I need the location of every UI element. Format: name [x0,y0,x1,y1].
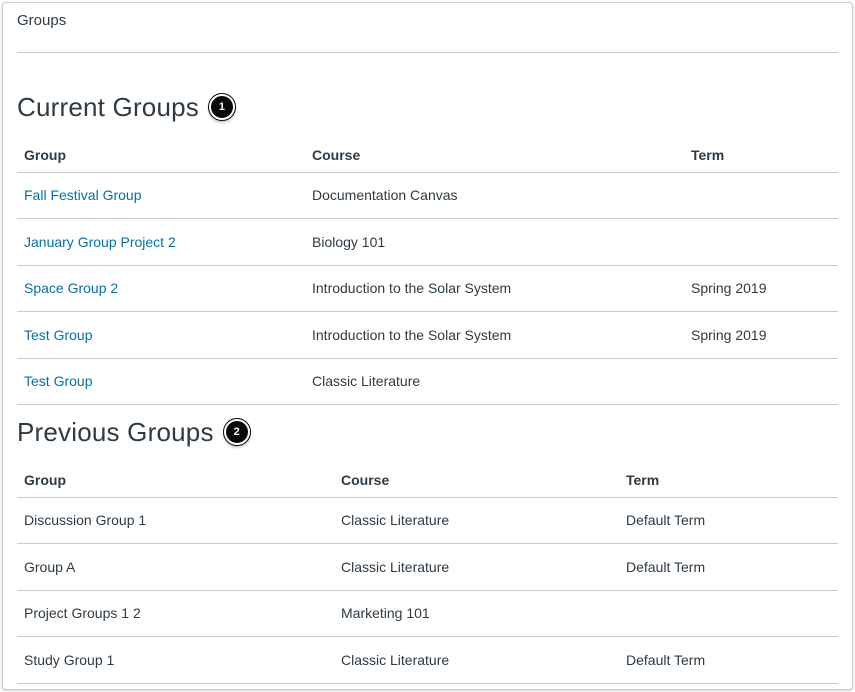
table-row: Test Group Classic Literature [17,358,838,405]
previous-groups-section: Previous Groups 2 Group Course Term Disc… [17,414,838,684]
group-link[interactable]: Test Group [24,327,92,343]
term-cell: Default Term [619,636,838,684]
page-header-title: Groups [17,12,67,29]
term-cell: Spring 2019 [684,311,838,359]
course-cell: Introduction to the Solar System [305,265,684,312]
course-cell: Classic Literature [334,543,619,591]
group-cell: Group A [17,543,334,591]
groups-page: Groups Current Groups 1 Group Course Ter… [2,2,853,690]
term-cell [684,358,838,405]
group-cell: Study Group 1 [17,636,334,684]
group-link[interactable]: Space Group 2 [24,280,118,296]
group-cell: January Group Project 2 [17,218,305,266]
table-row: Fall Festival Group Documentation Canvas [17,172,838,219]
current-groups-table: Group Course Term Fall Festival Group Do… [17,138,838,405]
table-row: Group A Classic Literature Default Term [17,543,838,591]
callout-badge-1: 1 [207,93,236,121]
callout-badge-2: 2 [222,418,251,446]
term-cell: Spring 2019 [684,265,838,312]
course-cell: Biology 101 [305,218,684,266]
course-cell: Introduction to the Solar System [305,311,684,359]
group-link[interactable]: Test Group [24,373,92,389]
term-cell [684,218,838,266]
current-groups-title-row: Current Groups 1 [17,89,838,125]
current-groups-title: Current Groups [17,91,199,122]
column-header-group: Group [17,463,334,498]
current-groups-section: Current Groups 1 Group Course Term Fall … [17,89,838,405]
header-divider [17,52,838,53]
column-header-course: Course [305,138,684,173]
table-row: Test Group Introduction to the Solar Sys… [17,311,838,359]
table-row: Project Groups 1 2 Marketing 101 [17,590,838,637]
table-header-row: Group Course Term [17,463,838,498]
table-header-row: Group Course Term [17,138,838,173]
previous-groups-title: Previous Groups [17,416,214,447]
group-link[interactable]: Fall Festival Group [24,187,141,203]
table-row: Discussion Group 1 Classic Literature De… [17,497,838,544]
previous-groups-table: Group Course Term Discussion Group 1 Cla… [17,463,838,684]
term-cell: Default Term [619,497,838,544]
table-row: Study Group 1 Classic Literature Default… [17,636,838,684]
course-cell: Classic Literature [334,497,619,544]
column-header-group: Group [17,138,305,173]
group-cell: Test Group [17,311,305,359]
column-header-term: Term [619,463,838,498]
term-cell [684,172,838,219]
column-header-course: Course [334,463,619,498]
course-cell: Marketing 101 [334,590,619,637]
column-header-term: Term [684,138,838,173]
table-row: January Group Project 2 Biology 101 [17,218,838,266]
group-cell: Space Group 2 [17,265,305,312]
term-cell [619,590,838,637]
group-cell: Fall Festival Group [17,172,305,219]
group-cell: Project Groups 1 2 [17,590,334,637]
course-cell: Classic Literature [305,358,684,405]
course-cell: Documentation Canvas [305,172,684,219]
group-link[interactable]: January Group Project 2 [24,234,176,250]
previous-groups-title-row: Previous Groups 2 [17,414,838,450]
term-cell: Default Term [619,543,838,591]
course-cell: Classic Literature [334,636,619,684]
group-cell: Test Group [17,358,305,405]
table-row: Space Group 2 Introduction to the Solar … [17,265,838,312]
group-cell: Discussion Group 1 [17,497,334,544]
